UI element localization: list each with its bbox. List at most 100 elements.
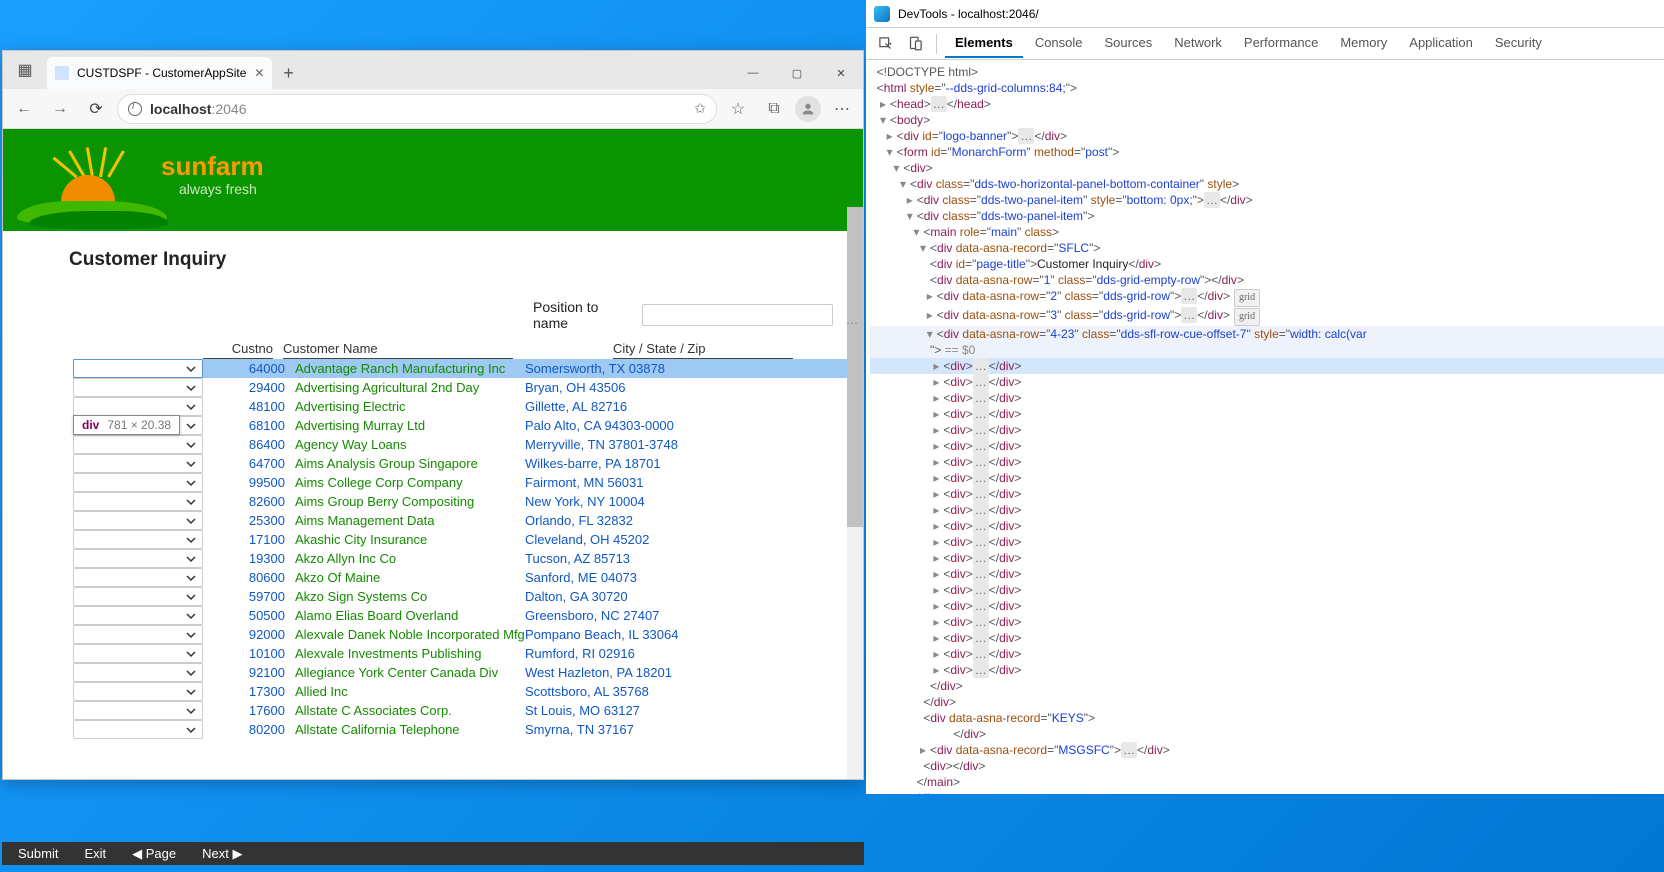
exit-button[interactable]: Exit xyxy=(84,846,106,861)
devtools-dom-tree[interactable]: <!DOCTYPE html> <html style="--dds-grid-… xyxy=(866,60,1664,794)
close-button[interactable]: ✕ xyxy=(819,57,863,89)
cell-custno: 17300 xyxy=(225,684,295,699)
table-row[interactable]: 92100Allegiance York Center Canada DivWe… xyxy=(73,663,863,682)
table-row[interactable]: 17100Akashic City InsuranceCleveland, OH… xyxy=(73,530,863,549)
cell-city: Dalton, GA 30720 xyxy=(525,589,705,604)
cell-name: Akzo Sign Systems Co xyxy=(295,589,525,604)
row-select[interactable] xyxy=(73,701,203,720)
site-info-icon[interactable] xyxy=(128,102,142,116)
refresh-button[interactable]: ⟳ xyxy=(81,94,111,124)
new-tab-button[interactable]: + xyxy=(272,57,304,89)
row-select[interactable] xyxy=(73,606,203,625)
cell-custno: 17100 xyxy=(225,532,295,547)
table-row[interactable]: 59700Akzo Sign Systems CoDalton, GA 3072… xyxy=(73,587,863,606)
row-select[interactable] xyxy=(73,720,203,739)
table-row[interactable]: 80200Allstate California TelephoneSmyrna… xyxy=(73,720,863,739)
cell-custno: 17600 xyxy=(225,703,295,718)
cell-custno: 82600 xyxy=(225,494,295,509)
devtools-tab-console[interactable]: Console xyxy=(1025,29,1093,58)
submit-button[interactable]: Submit xyxy=(18,846,58,861)
table-row[interactable]: 92000Alexvale Danek Noble Incorporated M… xyxy=(73,625,863,644)
row-select[interactable] xyxy=(73,454,203,473)
cell-city: Somersworth, TX 03878 xyxy=(525,361,705,376)
devtools-overflow-icon[interactable]: ⋯ xyxy=(846,316,858,330)
forward-button[interactable]: → xyxy=(45,94,75,124)
row-select[interactable] xyxy=(73,492,203,511)
favorites-icon[interactable]: ☆ xyxy=(723,94,753,124)
scrollbar-thumb[interactable] xyxy=(847,207,863,527)
row-select[interactable] xyxy=(73,473,203,492)
row-select[interactable] xyxy=(73,549,203,568)
devtools-tab-application[interactable]: Application xyxy=(1399,29,1483,58)
row-select[interactable] xyxy=(73,682,203,701)
row-select[interactable] xyxy=(73,530,203,549)
page-button[interactable]: ◀ Page xyxy=(132,846,176,862)
menu-icon[interactable]: ⋯ xyxy=(827,94,857,124)
table-row[interactable]: 17600Allstate C Associates Corp.St Louis… xyxy=(73,701,863,720)
position-input[interactable] xyxy=(642,304,833,326)
table-row[interactable]: 80600Akzo Of MaineSanford, ME 04073 xyxy=(73,568,863,587)
row-select[interactable] xyxy=(73,663,203,682)
table-row[interactable]: 19300Akzo Allyn Inc CoTucson, AZ 85713 xyxy=(73,549,863,568)
cell-name: Allstate California Telephone xyxy=(295,722,525,737)
row-select[interactable] xyxy=(73,397,203,416)
table-row[interactable]: 29400Advertising Agricultural 2nd DayBry… xyxy=(73,378,863,397)
browser-tab[interactable]: CUSTDSPF - CustomerAppSite ✕ xyxy=(47,57,272,89)
devtools-tab-network[interactable]: Network xyxy=(1164,29,1232,58)
table-row[interactable]: 68100Advertising Murray LtdPalo Alto, CA… xyxy=(73,416,863,435)
row-select[interactable] xyxy=(73,587,203,606)
brand: sunfarm always fresh xyxy=(161,151,264,197)
table-row[interactable]: 99500Aims College Corp CompanyFairmont, … xyxy=(73,473,863,492)
cell-name: Alexvale Danek Noble Incorporated Mfg xyxy=(295,627,525,642)
app-viewport: sunfarm always fresh Customer Inquiry Po… xyxy=(3,129,863,779)
devtools-tab-performance[interactable]: Performance xyxy=(1234,29,1328,58)
row-select[interactable] xyxy=(73,511,203,530)
cell-city: Sanford, ME 04073 xyxy=(525,570,705,585)
cell-name: Agency Way Loans xyxy=(295,437,525,452)
maximize-button[interactable]: ▢ xyxy=(775,57,819,89)
row-select[interactable] xyxy=(73,435,203,454)
table-row[interactable]: 50500Alamo Elias Board OverlandGreensbor… xyxy=(73,606,863,625)
cell-city: Palo Alto, CA 94303-0000 xyxy=(525,418,705,433)
devtools-tab-sources[interactable]: Sources xyxy=(1095,29,1163,58)
cell-name: Alexvale Investments Publishing xyxy=(295,646,525,661)
table-row[interactable]: 86400Agency Way LoansMerryville, TN 3780… xyxy=(73,435,863,454)
reader-icon[interactable]: ✩ xyxy=(694,100,706,117)
row-select[interactable] xyxy=(73,568,203,587)
row-select[interactable] xyxy=(73,378,203,397)
window-controls: — ▢ ✕ xyxy=(731,57,863,89)
address-bar[interactable]: localhost:2046 ✩ xyxy=(117,94,717,124)
row-select[interactable] xyxy=(73,625,203,644)
minimize-button[interactable]: — xyxy=(731,57,775,89)
tab-close-icon[interactable]: ✕ xyxy=(254,66,264,80)
logo-banner: sunfarm always fresh xyxy=(3,129,863,231)
cell-custno: 25300 xyxy=(225,513,295,528)
devtools-tab-security[interactable]: Security xyxy=(1485,29,1552,58)
devtools-tab-elements[interactable]: Elements xyxy=(945,29,1023,58)
device-tool-icon[interactable] xyxy=(902,31,928,57)
inspect-tool-icon[interactable] xyxy=(872,31,898,57)
table-row[interactable]: 64700Aims Analysis Group SingaporeWilkes… xyxy=(73,454,863,473)
row-select[interactable] xyxy=(73,359,203,378)
brand-tagline: always fresh xyxy=(161,181,264,197)
table-row[interactable]: 48100Advertising ElectricGillette, AL 82… xyxy=(73,397,863,416)
tooltip-tag: div xyxy=(82,418,99,432)
cell-city: Bryan, OH 43506 xyxy=(525,380,705,395)
row-select[interactable] xyxy=(73,644,203,663)
table-row[interactable]: 17300Allied IncScottsboro, AL 35768 xyxy=(73,682,863,701)
hill2-icon xyxy=(29,211,169,229)
tab-actions-icon[interactable]: ▦ xyxy=(3,51,47,89)
back-button[interactable]: ← xyxy=(9,94,39,124)
next-button[interactable]: Next ▶ xyxy=(202,846,242,862)
cell-city: Pompano Beach, IL 33064 xyxy=(525,627,705,642)
table-row[interactable]: 64000Advantage Ranch Manufacturing IncSo… xyxy=(73,359,863,378)
sun-icon xyxy=(61,175,115,202)
profile-avatar[interactable] xyxy=(795,96,821,122)
cell-city: Fairmont, MN 56031 xyxy=(525,475,705,490)
table-row[interactable]: 82600Aims Group Berry CompositingNew Yor… xyxy=(73,492,863,511)
collections-icon[interactable]: ⧉ xyxy=(759,94,789,124)
col-custno: Custno xyxy=(203,339,273,359)
table-row[interactable]: 25300Aims Management DataOrlando, FL 328… xyxy=(73,511,863,530)
table-row[interactable]: 10100Alexvale Investments PublishingRumf… xyxy=(73,644,863,663)
devtools-tab-memory[interactable]: Memory xyxy=(1330,29,1397,58)
